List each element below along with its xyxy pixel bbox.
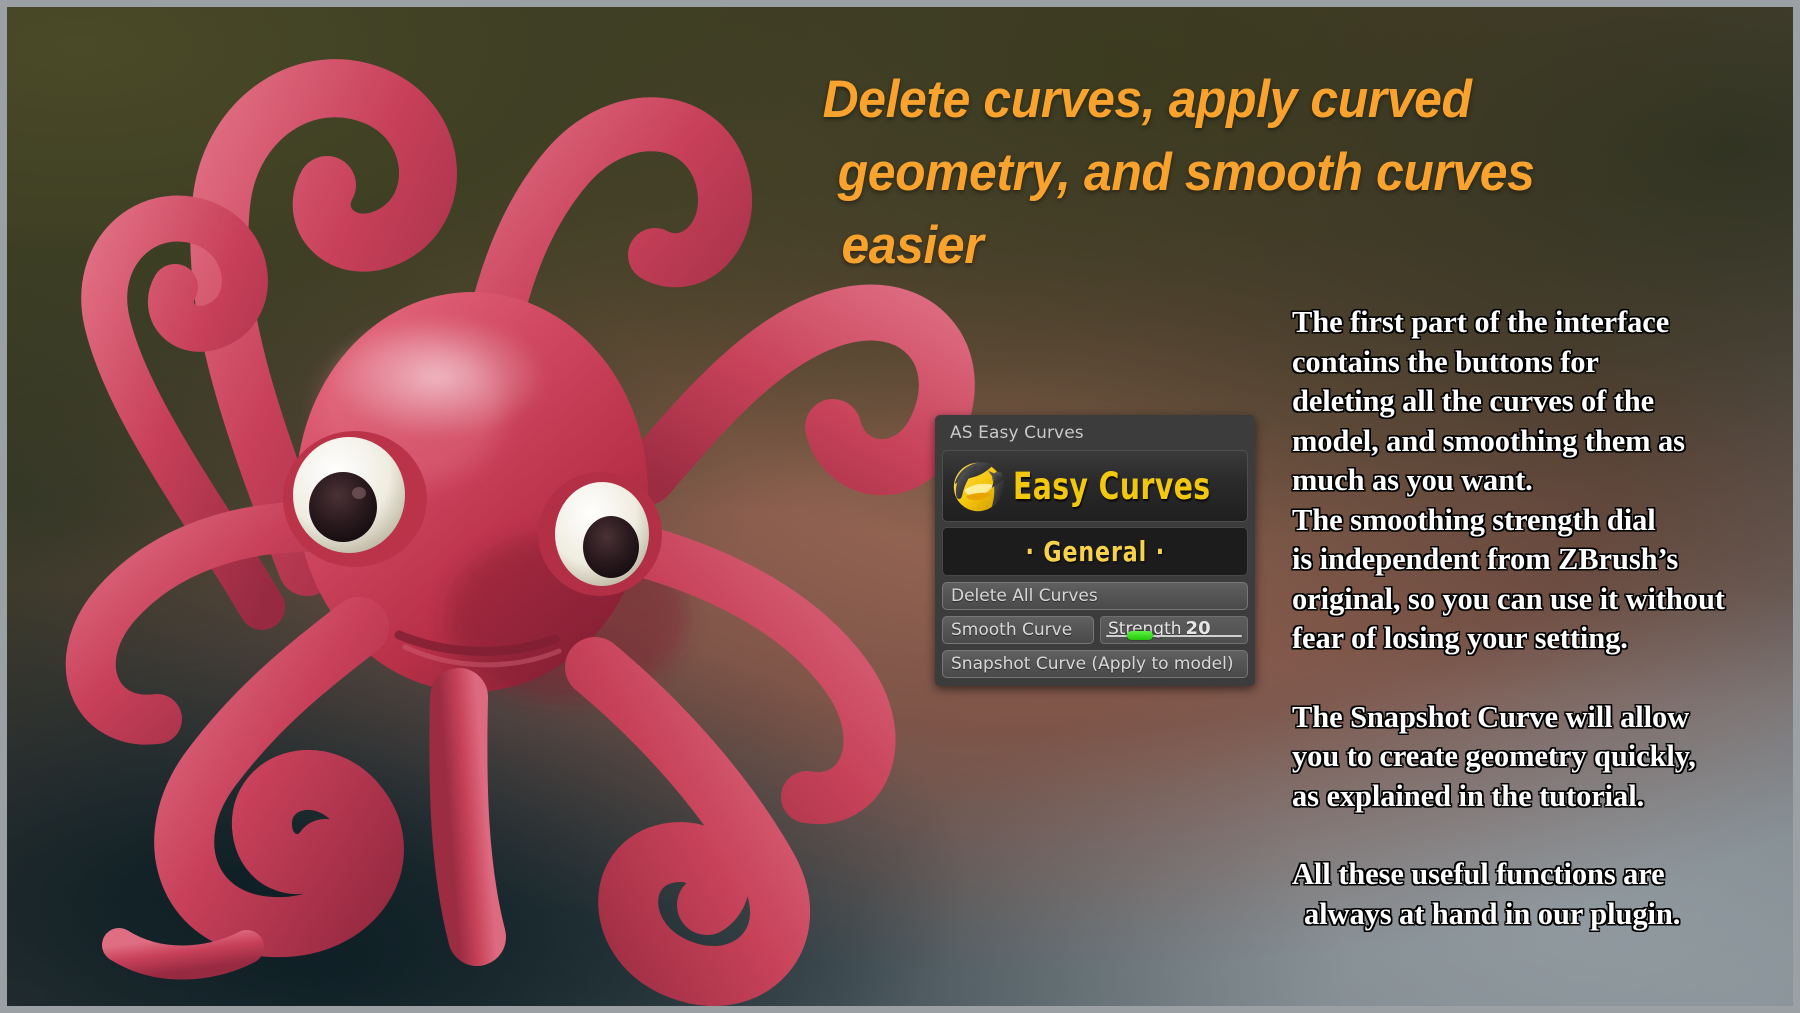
description-line: model, and smoothing them as <box>1292 423 1685 458</box>
easy-curves-plugin-panel: AS Easy Curves Easy Curves · General · D… <box>935 415 1255 686</box>
description-line: The smoothing strength dial <box>1292 502 1656 537</box>
section-header-general: · General · <box>942 527 1248 576</box>
headline: Delete curves, apply curved geometry, an… <box>817 63 1691 282</box>
description-line: as explained in the tutorial. <box>1292 778 1645 813</box>
description-line: much as you want. <box>1292 463 1533 497</box>
delete-all-curves-button[interactable]: Delete All Curves <box>942 582 1248 610</box>
description-line: contains the buttons for <box>1292 344 1599 379</box>
snapshot-curve-button[interactable]: Snapshot Curve (Apply to model) <box>942 650 1248 678</box>
smooth-curve-button[interactable]: Smooth Curve <box>942 616 1094 644</box>
description-line: you to create geometry quickly, <box>1292 739 1696 773</box>
description-line: deleting all the curves of the <box>1292 384 1655 418</box>
description-line: original, so you can use it without <box>1292 581 1725 616</box>
plugin-logo-banner: Easy Curves <box>942 450 1248 522</box>
description-line: fear of losing your setting. <box>1292 621 1628 655</box>
easy-curves-swoosh-icon <box>953 462 1006 512</box>
description-line: always at hand in our plugin. <box>1304 896 1681 931</box>
description-line: All these useful functions are <box>1292 857 1665 891</box>
strength-slider[interactable]: Strength 20 <box>1100 616 1248 644</box>
head-highlight <box>327 315 547 439</box>
headline-line-2: geometry, and smooth curves <box>837 143 1535 203</box>
description-line: The first part of the interface <box>1292 305 1670 339</box>
section-header-label: · General · <box>1025 535 1165 568</box>
headline-line-3: easier <box>841 216 984 276</box>
strength-slider-handle[interactable] <box>1127 631 1154 640</box>
plugin-logo-text: Easy Curves <box>1013 464 1211 508</box>
description-line: is independent from ZBrush’s <box>1292 542 1679 576</box>
description-line: The Snapshot Curve will allow <box>1292 699 1690 734</box>
smooth-curve-row: Smooth Curve Strength 20 <box>942 616 1248 644</box>
panel-title: AS Easy Curves <box>950 423 1084 443</box>
headline-line-1: Delete curves, apply curved <box>822 70 1472 129</box>
description-text: The first part of the interface contains… <box>1292 303 1792 934</box>
screenshot-canvas: Delete curves, apply curved geometry, an… <box>0 0 1800 1013</box>
